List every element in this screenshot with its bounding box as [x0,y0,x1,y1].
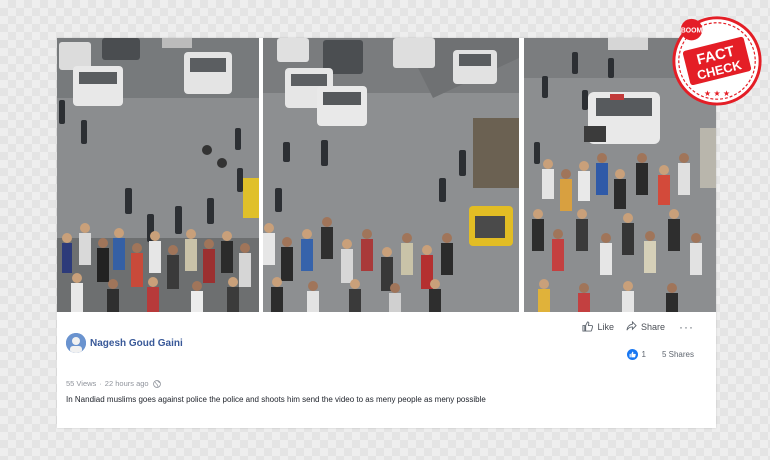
like-reaction-icon[interactable] [626,349,638,360]
like-label: Like [597,321,614,332]
avatar[interactable] [66,333,86,353]
video-frame-1[interactable] [57,38,259,312]
globe-icon [152,379,161,388]
share-button[interactable]: Share [626,321,665,332]
meta-separator: · [99,379,102,388]
post-text: In Nandiad muslims goes against police t… [66,395,486,404]
post-meta: 55 Views · 22 hours ago [66,379,161,388]
thumbs-up-icon [582,321,594,332]
like-button[interactable]: Like [582,321,614,332]
shares-count[interactable]: 5 Shares [662,350,694,359]
post-actions: Like Share ··· [570,321,694,333]
author-name[interactable]: Nagesh Goud Gaini [90,338,183,349]
author-row: Nagesh Goud Gaini [66,333,183,353]
stamp-brand: BOOM [681,28,703,35]
share-arrow-icon [626,321,637,331]
view-count: 55 Views [66,379,97,388]
boom-fact-check-stamp: FACT CHECK BOOM ★ ★ ★ [672,16,762,106]
stamp-stars: ★ ★ ★ [704,89,730,98]
more-dots-icon[interactable]: ··· [679,321,694,333]
facebook-post-card: Like Share ··· Nagesh Goud Gaini 1 5 Sha… [57,38,716,428]
reaction-count[interactable]: 1 [642,350,646,359]
video-frames[interactable] [57,38,716,312]
share-label: Share [640,321,665,332]
video-frame-2[interactable] [263,38,519,312]
post-time[interactable]: 22 hours ago [105,379,149,388]
reaction-summary: 1 5 Shares [626,349,694,360]
